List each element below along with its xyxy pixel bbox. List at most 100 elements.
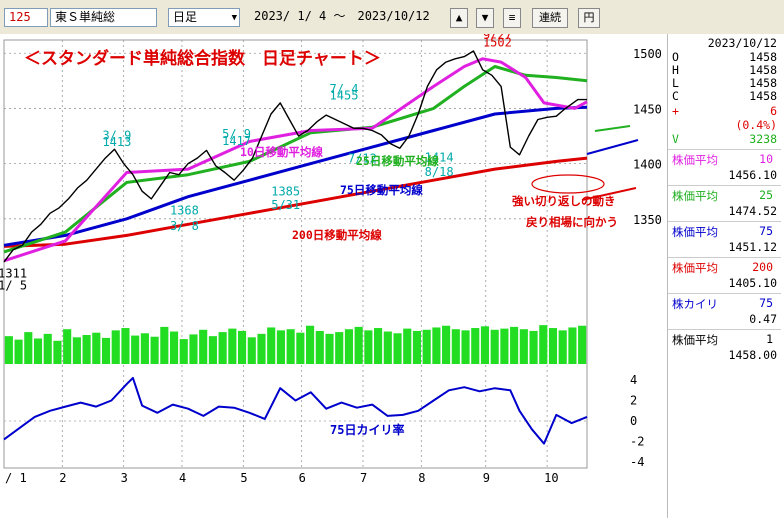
volume-bar <box>568 327 577 364</box>
up-button[interactable]: ▲ <box>450 8 468 28</box>
volume-bar <box>519 329 528 364</box>
volume-bar <box>578 325 587 364</box>
volume-bar <box>374 328 383 364</box>
plot-frame <box>3 39 588 469</box>
indicator-value: 1405.10 <box>728 276 777 290</box>
month-tick-label: 5 <box>240 471 247 485</box>
ohlc-value-h: 1458 <box>749 63 777 77</box>
ma-label: 75日移動平均線 <box>340 183 423 197</box>
volume-bar <box>480 326 490 364</box>
indicator-label: 株価平均 <box>672 333 718 347</box>
volume-bar <box>364 330 373 364</box>
change-label: + <box>672 104 679 118</box>
volume-bar <box>111 330 120 364</box>
kairi-tick-label: -4 <box>630 455 644 469</box>
ohlc-label-c: C <box>672 89 679 103</box>
volume-bar <box>14 339 23 364</box>
panel-divider <box>668 221 781 222</box>
forecast-line-25 <box>594 125 631 132</box>
volume-bar <box>403 328 412 364</box>
volume-bar <box>121 328 130 364</box>
ohlc-label-l: L <box>672 76 679 90</box>
volume-bar <box>451 329 460 364</box>
volume-bar <box>72 337 81 364</box>
price-annotation: 1368 <box>170 203 199 217</box>
volume-bar <box>500 328 509 364</box>
kairi-tick-label: 2 <box>630 394 637 408</box>
yen-button[interactable]: 円 <box>578 8 600 28</box>
change-percent: (0.4%) <box>735 118 777 132</box>
menu-button[interactable]: ≡ <box>503 8 521 28</box>
toolbar: 125 東Ｓ単純総 日足 ▼ 2023/ 1/ 4 ～ 2023/10/12 ▲… <box>0 0 784 34</box>
volume-label: V <box>672 132 679 146</box>
volume-bar <box>354 326 363 364</box>
period-select[interactable]: 日足 ▼ <box>168 8 240 27</box>
month-tick-label: 9 <box>483 471 490 485</box>
arrow-down-icon: ▼ <box>481 11 489 24</box>
indicator-value: 1456.10 <box>728 168 777 182</box>
indicator-label: 株価平均 <box>672 153 718 167</box>
panel-divider <box>668 149 781 150</box>
commentary-label: 戻り相場に向かう <box>525 215 618 229</box>
name-field[interactable]: 東Ｓ単純総 <box>50 8 157 27</box>
volume-bar <box>247 337 256 364</box>
volume-bar <box>131 335 140 364</box>
month-tick-label: 3 <box>121 471 128 485</box>
volume-bar <box>558 330 567 364</box>
ohlc-label-h: H <box>672 63 679 77</box>
volume-value: 3238 <box>749 132 777 146</box>
kairi-tick-label: 4 <box>630 373 637 387</box>
code-field[interactable]: 125 <box>4 8 48 27</box>
price-tick-label: 1350 <box>633 213 662 227</box>
volume-bar <box>101 337 111 364</box>
chart-window: 125 東Ｓ単純総 日足 ▼ 2023/ 1/ 4 ～ 2023/10/12 ▲… <box>0 0 784 518</box>
volume-bar <box>53 340 62 364</box>
month-tick-label: 10 <box>544 471 558 485</box>
volume-bar <box>257 333 266 364</box>
kairi-tick-label: 0 <box>630 414 637 428</box>
volume-bar <box>160 326 169 364</box>
volume-bar <box>548 328 558 364</box>
price-tick-label: 1450 <box>633 102 662 116</box>
arrow-up-icon: ▲ <box>455 11 463 24</box>
panel-divider <box>668 257 781 258</box>
volume-bar <box>179 339 188 364</box>
month-tick-label: 4 <box>179 471 186 485</box>
chart-title: ＜スタンダード単純総合指数 日足チャート＞ <box>24 48 381 69</box>
down-button[interactable]: ▼ <box>476 8 494 28</box>
volume-bar <box>490 329 499 364</box>
ma-label: 10日移動平均線 <box>240 145 323 159</box>
volume-bar <box>63 329 72 364</box>
month-tick-label: 8 <box>418 471 425 485</box>
ohlc-value-l: 1458 <box>749 76 777 90</box>
ohlc-label-o: O <box>672 50 679 64</box>
indicator-label: 株価平均 <box>672 189 718 203</box>
volume-bar <box>325 333 334 364</box>
volume-bar <box>529 330 538 364</box>
price-annotation: 1413 <box>102 135 131 149</box>
volume-bar <box>208 336 217 364</box>
volume-bar <box>461 330 470 364</box>
panel-divider <box>668 329 781 330</box>
link-button[interactable]: 連続 <box>532 8 568 28</box>
month-tick-label: / 1 <box>5 471 27 485</box>
indicator-period: 10 <box>759 152 773 166</box>
kairi-tick-label: -2 <box>630 435 644 449</box>
volume-bar <box>43 333 52 364</box>
volume-bar <box>150 336 159 364</box>
volume-bar <box>315 330 324 364</box>
indicator-label: 株価平均 <box>672 261 718 275</box>
volume-bar <box>471 328 480 364</box>
panel-divider <box>668 185 781 186</box>
volume-bar <box>218 332 227 364</box>
ohlc-value-o: 1458 <box>749 50 777 64</box>
volume-bar <box>412 330 422 364</box>
price-annotation: 1502 <box>483 36 512 50</box>
price-annotation: 3/ 8 <box>170 219 199 233</box>
ma-label: 25日移動平均線 <box>356 154 439 168</box>
menu-icon: ≡ <box>508 11 516 24</box>
volume-bar <box>393 333 402 364</box>
volume-bar <box>199 329 208 364</box>
date-range: 2023/ 1/ 4 ～ 2023/10/12 <box>254 9 430 23</box>
price-annotation: 1/ 5 <box>0 278 27 292</box>
